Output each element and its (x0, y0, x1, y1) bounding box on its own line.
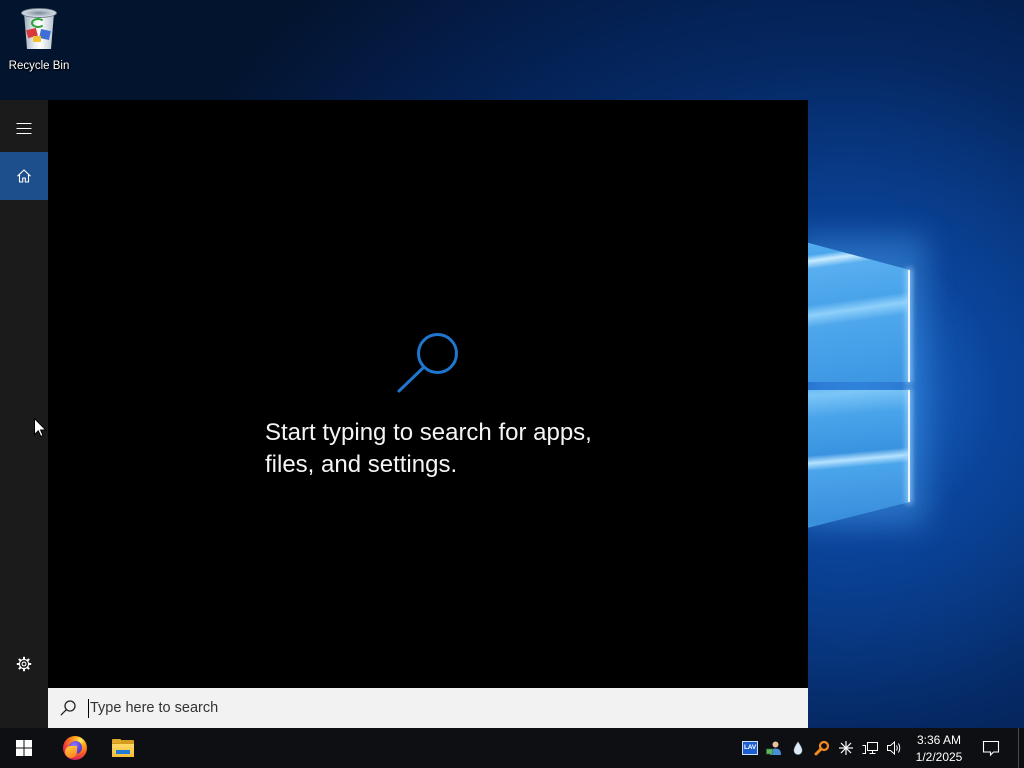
orange-search-icon (814, 740, 830, 756)
user-network-icon (766, 740, 782, 756)
search-results-area: Start typing to search for apps, files, … (48, 100, 808, 688)
recycle-bin-icon (18, 5, 60, 51)
search-panel: Start typing to search for apps, files, … (0, 100, 808, 728)
file-explorer-icon (112, 739, 134, 757)
tray-icon-volume[interactable] (882, 728, 906, 768)
desktop-icon-label: Recycle Bin (8, 60, 70, 72)
gear-icon (16, 656, 32, 672)
clock-time: 3:36 AM (916, 733, 962, 747)
settings-button[interactable] (0, 640, 48, 688)
action-center-button[interactable] (979, 728, 1003, 768)
system-tray: LAV (738, 728, 906, 768)
logo-edge-highlight (908, 270, 910, 382)
nav-rail (0, 100, 48, 728)
show-desktop-button[interactable] (1018, 728, 1024, 768)
windows-logo-icon (16, 740, 32, 756)
empty-state-line: files, and settings. (265, 451, 458, 478)
lav-filters-icon: LAV (742, 741, 758, 755)
taskbar: LAV 3:36 AM 1/2/2025 (0, 728, 1024, 768)
logo-edge-highlight (908, 390, 910, 502)
tray-icon-lav[interactable]: LAV (738, 728, 762, 768)
asterisk-icon (838, 740, 854, 756)
taskbar-app-file-explorer[interactable] (99, 728, 147, 768)
tray-icon-orange-search[interactable] (810, 728, 834, 768)
search-box[interactable] (48, 688, 808, 728)
tray-icon-asterisk[interactable] (834, 728, 858, 768)
desktop-icon-recycle-bin[interactable]: Recycle Bin (0, 0, 78, 76)
notification-icon (982, 739, 1000, 757)
home-button[interactable] (0, 152, 48, 200)
arrow-cursor-icon (34, 417, 47, 438)
clock-date: 1/2/2025 (915, 750, 963, 764)
firefox-icon (63, 736, 87, 760)
empty-state-message: Start typing to search for apps, files, … (265, 417, 685, 481)
home-icon (16, 168, 32, 184)
menu-button[interactable] (0, 104, 48, 152)
search-icon (60, 700, 76, 716)
volume-icon (886, 740, 902, 756)
tray-icon-water-drop[interactable] (786, 728, 810, 768)
empty-state-line: Start typing to search for apps, (265, 419, 592, 446)
tray-icon-user-network[interactable] (762, 728, 786, 768)
water-drop-icon (790, 740, 806, 756)
search-input[interactable] (88, 688, 788, 728)
search-illustration-icon (392, 328, 464, 396)
clock[interactable]: 3:36 AM 1/2/2025 (908, 728, 970, 768)
start-button[interactable] (0, 728, 48, 768)
network-icon (862, 740, 878, 756)
tray-icon-network[interactable] (858, 728, 882, 768)
taskbar-app-firefox[interactable] (51, 728, 99, 768)
hamburger-icon (16, 120, 32, 136)
